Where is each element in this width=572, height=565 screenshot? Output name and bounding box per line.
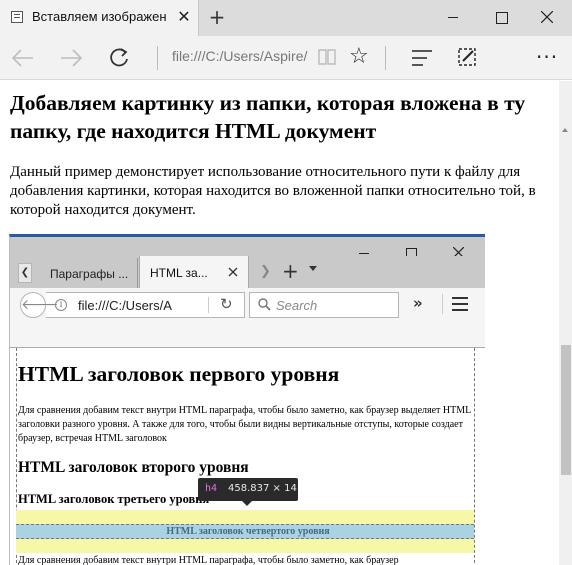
- embedded-h2: HTML заголовок второго уровня: [18, 459, 249, 476]
- embedded-search-placeholder: Search: [276, 298, 318, 313]
- embedded-h1: HTML заголовок первого уровня: [18, 362, 340, 386]
- navigation-bar: file:///C:/Users/Aspire/ ☆ ···: [0, 36, 572, 80]
- embedded-hamburger-menu-icon: [452, 297, 468, 311]
- tab-close-button[interactable]: ✕: [174, 7, 194, 27]
- browser-tab[interactable]: Вставляем изображени ✕: [0, 0, 199, 36]
- embedded-search-icon: [258, 298, 271, 311]
- favorite-star-icon[interactable]: ☆: [349, 44, 369, 70]
- divider: [208, 297, 209, 313]
- reading-view-icon[interactable]: [317, 47, 337, 67]
- page-title: Добавляем картинку из папки, которая вло…: [10, 91, 526, 143]
- inspector-tooltip: h4 458.837 × 14: [198, 478, 298, 506]
- embedded-page: HTML заголовок первого уровня Для сравне…: [10, 348, 485, 565]
- embedded-tab: Параграфы ...: [40, 258, 138, 288]
- h4-margin-highlight: [16, 539, 474, 553]
- embedded-new-tab-icon: +: [282, 259, 299, 283]
- tab-bar: Вставляем изображени ✕ +: [0, 0, 572, 36]
- embedded-h4: HTML заголовок четвертого уровня: [166, 526, 330, 537]
- back-button[interactable]: [8, 44, 38, 72]
- embedded-search-box: Search: [249, 292, 399, 318]
- scroll-up-arrow-icon[interactable]: [562, 128, 568, 132]
- new-tab-button[interactable]: +: [206, 6, 228, 28]
- back-arrow-icon: [11, 49, 33, 67]
- maximize-button[interactable]: [478, 0, 524, 36]
- embedded-back-arrow-icon: 🡐: [20, 292, 59, 318]
- tab-list-chevron-down-icon: [309, 266, 317, 271]
- embedded-toolbar-spacer: [10, 318, 485, 348]
- page-paragraph: Данный пример демонстирует использование…: [10, 164, 536, 218]
- embedded-tab-label: HTML за...: [150, 266, 208, 280]
- minimize-button[interactable]: [430, 0, 476, 36]
- embedded-paragraph: Для сравнения добавим текст внутри HTML …: [18, 405, 471, 444]
- embedded-tabstrip: ❮ Параграфы ... HTML за... ❯ +: [10, 256, 485, 288]
- scroll-thumb[interactable]: [561, 345, 571, 475]
- embedded-h3: HTML заголовок третьего уровня: [18, 492, 210, 506]
- tab-scroll-right-icon: ❯: [260, 264, 271, 279]
- page-icon: [11, 11, 23, 23]
- embedded-screenshot: ❮ Параграфы ... HTML за... ❯ + i file://…: [9, 234, 485, 565]
- embedded-tab-close-icon: [228, 267, 238, 277]
- embedded-active-tab: HTML за...: [139, 256, 249, 288]
- forward-arrow-icon: [61, 49, 83, 67]
- web-note-icon[interactable]: [456, 46, 476, 68]
- tab-title: Вставляем изображени: [32, 9, 167, 24]
- h4-margin-highlight: [16, 510, 474, 524]
- divider: [157, 46, 158, 70]
- address-bar[interactable]: file:///C:/Users/Aspire/: [172, 48, 307, 64]
- refresh-icon: [110, 48, 128, 67]
- inspector-dimensions: 458.837 × 14: [228, 483, 297, 494]
- embedded-navbar: i file:///C:/Users/A ↻ 🡐 Search »: [10, 288, 485, 318]
- refresh-button[interactable]: [104, 44, 134, 72]
- embedded-paragraph: Для сравнения добавим текст внутри HTML …: [18, 555, 399, 565]
- embedded-url: file:///C:/Users/A: [78, 298, 172, 313]
- embedded-overflow-icon: »: [413, 294, 423, 312]
- scrollbar[interactable]: [559, 81, 572, 565]
- hub-icon[interactable]: [412, 49, 432, 67]
- embedded-tab-label: Параграфы ...: [50, 267, 129, 281]
- close-window-button[interactable]: [524, 0, 570, 36]
- divider: [385, 46, 386, 70]
- more-options-button[interactable]: ···: [536, 44, 558, 70]
- forward-button[interactable]: [56, 44, 86, 72]
- embedded-reload-icon: ↻: [220, 295, 233, 313]
- inspector-tag-name: h4: [205, 483, 218, 494]
- divider: [442, 294, 443, 314]
- close-icon: [541, 11, 553, 23]
- embedded-urlbar: i file:///C:/Users/A ↻: [46, 292, 245, 318]
- tab-scroll-left-icon: ❮: [18, 263, 32, 283]
